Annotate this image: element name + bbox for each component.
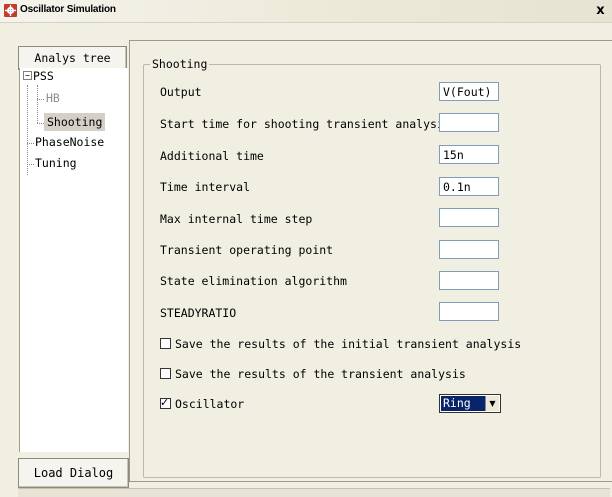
save-initial-transient-label: Save the results of the initial transien… xyxy=(175,337,522,351)
analysis-tree: − PSS HB Shooting PhaseNoise Tuning xyxy=(19,68,128,452)
tree-connector-phasenoise xyxy=(27,143,34,144)
shooting-group-title: Shooting xyxy=(150,57,210,72)
max-internal-time-step-label: Max internal time step xyxy=(160,212,313,226)
title-bar: Oscillator Simulation x xyxy=(0,0,612,23)
tree-connector-pss xyxy=(37,85,38,123)
save-initial-transient-checkbox[interactable] xyxy=(160,338,171,349)
output-label: Output xyxy=(160,85,202,99)
tree-item-pss[interactable]: PSS xyxy=(33,67,54,85)
tree-item-tuning[interactable]: Tuning xyxy=(35,154,77,172)
steadyratio-label: STEADYRATIO xyxy=(160,306,237,320)
additional-time-field[interactable]: 15n xyxy=(439,145,499,164)
output-field[interactable]: V(Fout) xyxy=(439,82,499,101)
state-elimination-algorithm-label: State elimination algorithm xyxy=(160,274,347,288)
transient-operating-point-label: Transient operating point xyxy=(160,243,334,257)
save-transient-checkbox[interactable] xyxy=(160,368,171,379)
tree-item-shooting[interactable]: Shooting xyxy=(44,113,106,131)
oscillator-label: Oscillator xyxy=(175,397,245,411)
shooting-panel: Shooting Output V(Fout) Start time for s… xyxy=(129,40,612,482)
close-button[interactable]: x xyxy=(593,3,608,18)
shooting-group: Shooting Output V(Fout) Start time for s… xyxy=(143,57,601,478)
app-gear-icon xyxy=(4,4,17,17)
oscillator-type-value: Ring xyxy=(441,396,487,411)
tree-item-hb[interactable]: HB xyxy=(46,89,60,107)
tree-connector-root xyxy=(27,85,28,175)
tree-connector-tuning xyxy=(27,164,34,165)
time-interval-field[interactable]: 0.1n xyxy=(439,177,499,196)
load-dialog-button[interactable]: Load Dialog xyxy=(18,458,129,488)
oscillator-checkbox[interactable] xyxy=(160,395,171,411)
oscillator-type-select[interactable]: Ring ▼ xyxy=(439,394,501,413)
save-transient-checkbox-row[interactable]: Save the results of the transient analys… xyxy=(160,366,466,382)
start-time-label: Start time for shooting transient analys… xyxy=(160,117,451,131)
start-time-field[interactable] xyxy=(439,113,499,132)
state-elimination-algorithm-field[interactable] xyxy=(439,271,499,290)
dropdown-arrow-icon[interactable]: ▼ xyxy=(485,396,499,411)
max-internal-time-step-field[interactable] xyxy=(439,208,499,227)
save-transient-label: Save the results of the transient analys… xyxy=(175,367,466,381)
window-title: Oscillator Simulation xyxy=(20,4,116,15)
steadyratio-field[interactable] xyxy=(439,302,499,321)
collapse-pss-icon[interactable]: − xyxy=(23,71,32,80)
tree-item-phasenoise[interactable]: PhaseNoise xyxy=(35,133,104,151)
tree-connector-shooting xyxy=(37,123,44,124)
additional-time-label: Additional time xyxy=(160,149,264,163)
time-interval-label: Time interval xyxy=(160,180,251,194)
save-initial-transient-checkbox-row[interactable]: Save the results of the initial transien… xyxy=(160,336,521,352)
oscillator-checkbox-row[interactable]: Oscillator xyxy=(160,395,245,412)
transient-operating-point-field[interactable] xyxy=(439,240,499,259)
tree-connector-hb xyxy=(37,99,44,100)
